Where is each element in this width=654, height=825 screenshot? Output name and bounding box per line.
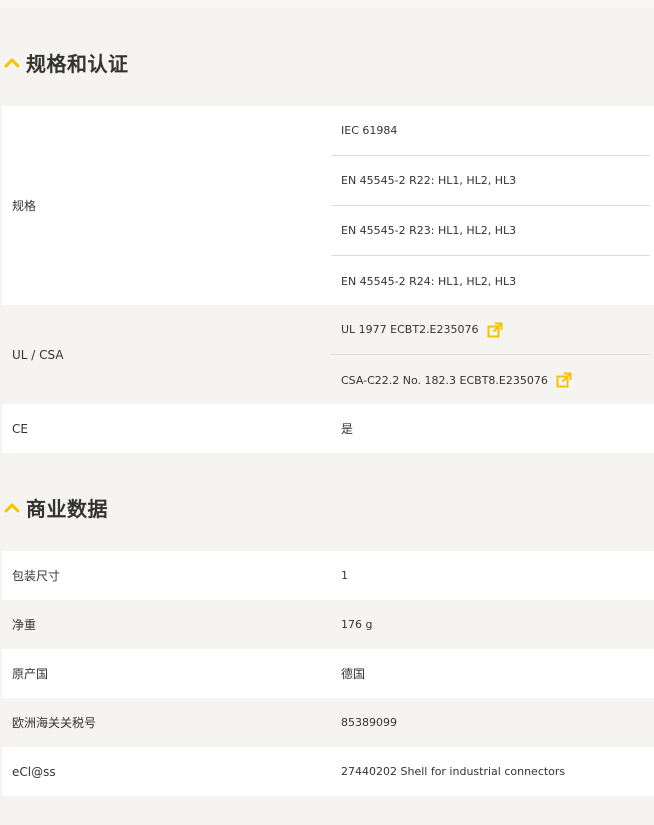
row-label: 原产国 — [12, 667, 49, 681]
row-label: 净重 — [12, 618, 37, 632]
certificate-link[interactable]: UL 1977 ECBT2.E235076 — [341, 323, 479, 336]
row-values: IEC 61984 EN 45545-2 R22: HL1, HL2, HL3 … — [331, 106, 654, 305]
row-value: EN 45545-2 R23: HL1, HL2, HL3 — [331, 206, 650, 256]
row-label: 欧洲海关关税号 — [12, 716, 97, 730]
row-value: 85389099 — [341, 716, 397, 729]
row-label: eCl@ss — [12, 764, 56, 779]
row-value-with-link: UL 1977 ECBT2.E235076 — [331, 305, 650, 355]
row-value: EN 45545-2 R24: HL1, HL2, HL3 — [341, 274, 517, 288]
row-value: EN 45545-2 R22: HL1, HL2, HL3 — [331, 156, 650, 206]
table-row: 净重 176 g — [2, 600, 654, 649]
row-value: 1 — [341, 569, 348, 582]
certificate-link[interactable]: CSA-C22.2 No. 182.3 ECBT8.E235076 — [341, 374, 548, 387]
table-row: eCl@ss 27440202 Shell for industrial con… — [2, 747, 654, 796]
row-value: 是 — [341, 422, 354, 436]
table-row: CE 是 — [2, 404, 654, 453]
row-label: CE — [12, 421, 28, 436]
external-link-icon[interactable] — [556, 372, 572, 388]
chevron-up-icon[interactable] — [4, 54, 20, 70]
row-values: 1 — [331, 551, 654, 600]
section-title: 规格和认证 — [26, 51, 129, 76]
table-row: 原产国 德国 — [2, 649, 654, 698]
row-value: 176 g — [341, 618, 373, 631]
row-values: 176 g — [331, 600, 654, 649]
table-row: UL / CSA UL 1977 ECBT2.E235076 CSA-C22.2… — [2, 305, 654, 404]
external-link-icon[interactable] — [487, 322, 503, 338]
section-header-specs[interactable]: 规格和认证 — [0, 42, 654, 82]
row-label: 包装尺寸 — [12, 569, 61, 583]
row-values: 德国 — [331, 649, 654, 698]
commercial-table: 包装尺寸 1 净重 176 g 原产国 德国 欧洲海关关税号 85389099 … — [2, 551, 654, 796]
row-value: 德国 — [341, 667, 366, 681]
row-value: 27440202 Shell for industrial connectors — [341, 765, 566, 778]
chevron-up-icon[interactable] — [4, 499, 20, 515]
table-row: 包装尺寸 1 — [2, 551, 654, 600]
row-values: 27440202 Shell for industrial connectors — [331, 747, 654, 796]
table-row: 欧洲海关关税号 85389099 — [2, 698, 654, 747]
table-row: 规格 IEC 61984 EN 45545-2 R22: HL1, HL2, H… — [2, 106, 654, 305]
top-bar — [0, 0, 654, 8]
row-value: IEC 61984 — [331, 106, 650, 156]
row-values: UL 1977 ECBT2.E235076 CSA-C22.2 No. 182.… — [331, 305, 654, 404]
specs-table: 规格 IEC 61984 EN 45545-2 R22: HL1, HL2, H… — [2, 106, 654, 453]
row-values: 85389099 — [331, 698, 654, 747]
row-label: 规格 — [12, 199, 37, 213]
section-title: 商业数据 — [26, 496, 108, 521]
section-header-commercial[interactable]: 商业数据 — [0, 487, 654, 527]
row-values: 是 — [331, 404, 654, 453]
row-label: UL / CSA — [12, 347, 64, 362]
row-value-with-link: CSA-C22.2 No. 182.3 ECBT8.E235076 — [331, 355, 650, 405]
